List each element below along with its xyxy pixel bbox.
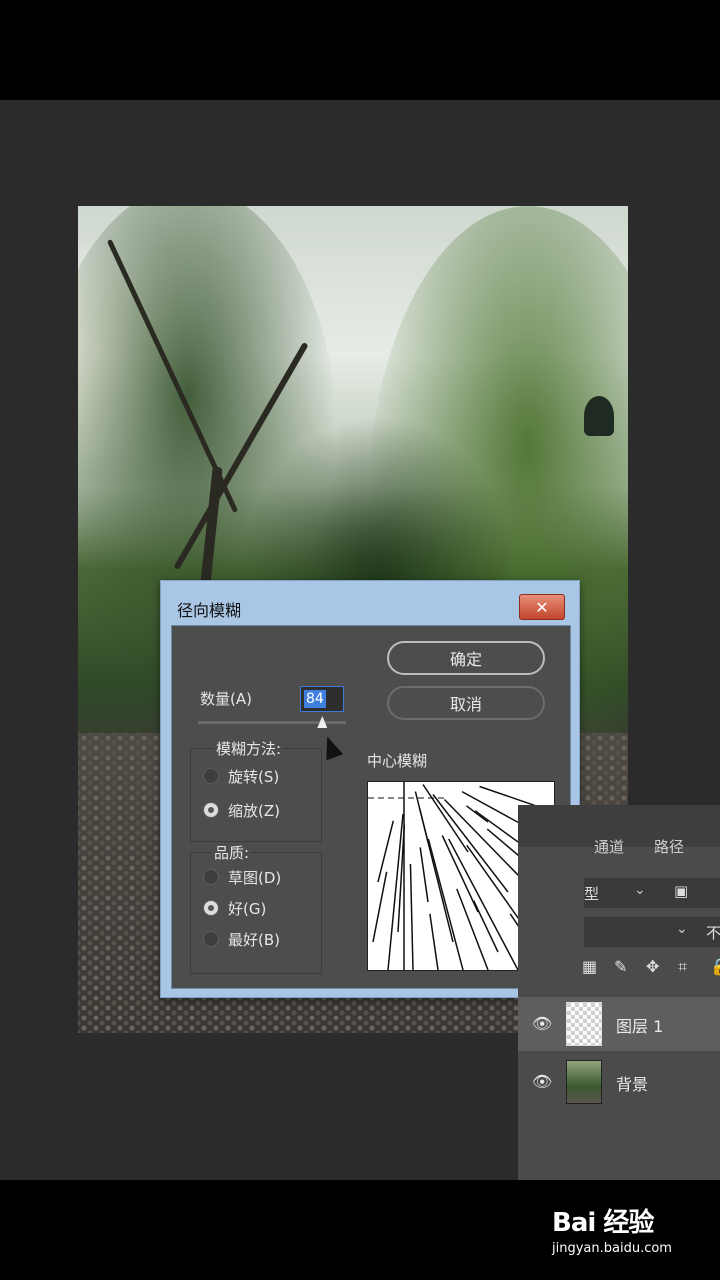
preview-ray [448,838,519,970]
street-lamp [584,396,614,436]
radio-draft-label[interactable]: 草图(D) [228,867,281,888]
preview-ray [429,913,439,970]
amount-input[interactable]: 84 [300,686,344,712]
radio-zoom-label[interactable]: 缩放(Z) [228,800,280,821]
radio-spin-label[interactable]: 旋转(S) [228,766,279,787]
blend-mode-dropdown[interactable]: ⌄ 不 [584,917,720,947]
brush-icon[interactable]: ✎ [614,957,627,976]
baidu-jingyan-watermark: Bai 经验 jingyan.baidu.com [552,1202,672,1256]
radio-zoom[interactable] [203,802,219,818]
radio-best-label[interactable]: 最好(B) [228,929,280,950]
blur-center-label: 中心模糊 [367,752,428,770]
chevron-down-icon: ⌄ [676,921,688,937]
eye-icon[interactable]: 👁 [532,1072,552,1091]
preview-ray [409,863,414,970]
layer-thumbnail [566,1002,602,1046]
tab-channels[interactable]: 通道 [594,836,624,857]
preview-ray [419,847,429,903]
move-icon[interactable]: ✥ [646,957,659,976]
dialog-title: 径向模糊 [177,601,242,620]
filter-type-value: 型 [584,885,600,903]
preview-ray [372,871,388,943]
tab-paths[interactable]: 路径 [654,836,684,857]
layer-name[interactable]: 背景 [616,1071,648,1095]
dialog-body: 数量(A) 84 确定 取消 模糊方法: 旋转(S) 缩放(Z) 品质: 草图(… [171,625,571,989]
radio-spin[interactable] [203,768,219,784]
close-icon: ✕ [535,597,549,617]
layer-name[interactable]: 图层 1 [616,1013,663,1037]
ok-button[interactable]: 确定 [387,641,545,675]
radio-good[interactable] [203,900,219,916]
layer-row[interactable]: 👁 图层 1 [518,997,720,1051]
lock-icon[interactable]: 🔒 [710,957,720,976]
cancel-button[interactable]: 取消 [387,686,545,720]
mouse-cursor-icon [318,733,344,761]
amount-label: 数量(A) [200,690,252,708]
preview-ray [465,805,489,823]
opacity-label: 不 [706,924,720,942]
radio-best[interactable] [203,931,219,947]
crop-icon[interactable]: ⌗ [678,957,687,977]
eye-icon[interactable]: 👁 [532,1014,552,1033]
quality-legend: 品质: [212,842,252,863]
watermark-url: jingyan.baidu.com [552,1241,672,1256]
lock-transparent-icon[interactable]: ▦ [582,957,597,976]
image-icon[interactable]: ▣ [674,882,688,900]
chevron-down-icon: ⌄ [634,882,646,898]
radio-draft[interactable] [203,869,219,885]
panel-tabs: 通道 路径 [518,805,720,856]
watermark-title: Bai 经验 [552,1208,654,1238]
amount-value: 84 [304,690,326,708]
layer-thumbnail [566,1060,602,1104]
filter-type-dropdown[interactable]: 型 ⌄ ▣ [584,878,720,908]
preview-ray [414,791,429,843]
preview-ray [377,820,395,883]
layers-panel: 通道 路径 型 ⌄ ▣ ⌄ 不 ▦ ✎ ✥ ⌗ 🔒 👁 图层 1 👁 背景 [518,805,720,1180]
preview-ray [427,838,464,970]
radio-good-label[interactable]: 好(G) [228,898,266,919]
blur-method-legend: 模糊方法: [214,738,284,759]
radial-blur-dialog: 径向模糊 ✕ 数量(A) 84 确定 取消 模糊方法: 旋转(S) 缩放(Z) … [160,580,580,998]
layer-row[interactable]: 👁 背景 [518,1055,720,1109]
close-button[interactable]: ✕ [519,594,565,620]
blur-method-group [190,748,322,842]
